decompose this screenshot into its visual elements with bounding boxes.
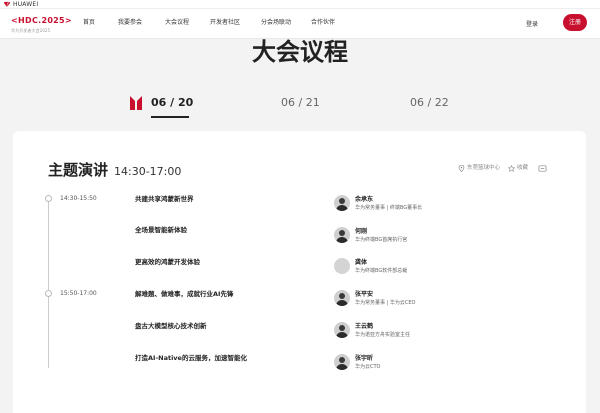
nav-item-branch[interactable]: 分会场联动 bbox=[261, 18, 291, 28]
session-title[interactable]: 全场景智能新体验 bbox=[135, 225, 187, 235]
hdc-logo-subtitle: 华为开发者大会2025 bbox=[11, 28, 51, 33]
session-title[interactable]: 盘古大模型核心技术创新 bbox=[135, 321, 207, 331]
slot-time: 14:30-15:50 bbox=[60, 195, 97, 202]
nav-item-agenda[interactable]: 大会议程 bbox=[165, 18, 189, 28]
speaker-name: 何刚 bbox=[355, 228, 368, 235]
speaker-role: 华为常务董事 | 华为云CEO bbox=[355, 300, 416, 306]
share-icon[interactable] bbox=[538, 164, 547, 173]
star-icon bbox=[508, 165, 515, 172]
nav-item-attend[interactable]: 我要参会 bbox=[118, 18, 142, 28]
speaker-role: 华为常务董事 | 终端BG董事长 bbox=[355, 205, 423, 211]
login-link[interactable]: 登录 bbox=[526, 19, 538, 28]
location-pin-icon bbox=[458, 165, 465, 172]
tab-0622[interactable]: 06 / 22 bbox=[410, 93, 449, 115]
speaker-name: 张平安 bbox=[355, 291, 374, 298]
speaker-name: 余承东 bbox=[355, 196, 374, 203]
speaker-role: 华为云CTO bbox=[355, 364, 381, 370]
avatar bbox=[334, 258, 350, 274]
avatar bbox=[334, 354, 350, 370]
active-tab-indicator bbox=[151, 116, 189, 118]
speaker-role: 华为终端BG首席执行官 bbox=[355, 237, 408, 243]
huawei-brand-text: HUAWEI bbox=[13, 1, 39, 8]
timeline-dot bbox=[45, 195, 52, 202]
speaker-role: 华为诺亚方舟实验室主任 bbox=[355, 332, 411, 338]
avatar bbox=[334, 227, 350, 243]
nav-item-home[interactable]: 首页 bbox=[83, 18, 95, 28]
session-title[interactable]: 打造AI-Native的云服务，加速智能化 bbox=[135, 353, 247, 363]
avatar bbox=[334, 322, 350, 338]
main-navbar: <HDC.2025> 华为开发者大会2025 首页 我要参会 大会议程 开发者社… bbox=[0, 9, 600, 39]
avatar bbox=[334, 195, 350, 211]
nav-item-community[interactable]: 开发者社区 bbox=[210, 18, 240, 28]
register-button[interactable]: 注册 bbox=[563, 14, 587, 31]
speaker-name: 王云鹤 bbox=[355, 323, 374, 330]
huawei-logo-icon bbox=[3, 1, 11, 7]
session-title[interactable]: 共建共享鸿蒙新世界 bbox=[135, 194, 194, 204]
tab-0620[interactable]: 06 / 20 bbox=[151, 93, 193, 115]
slot-time: 15:50-17:00 bbox=[60, 290, 97, 297]
favorite-button[interactable]: 收藏 bbox=[508, 164, 528, 173]
hdc-logo[interactable]: <HDC.2025> bbox=[11, 16, 72, 25]
agenda-card: 主题演讲 14:30-17:00 东莞篮球中心 收藏 14:30-15:50 1… bbox=[13, 131, 586, 413]
speaker-name: 龚体 bbox=[355, 259, 368, 266]
favorite-text: 收藏 bbox=[517, 165, 529, 171]
timeline-line bbox=[48, 197, 49, 368]
top-brand-bar: HUAWEI bbox=[0, 0, 600, 9]
section-title: 主题演讲 bbox=[48, 161, 109, 179]
location-label: 东莞篮球中心 bbox=[458, 164, 500, 173]
calendar-icon bbox=[130, 96, 142, 110]
session-title[interactable]: 更高效的鸿蒙开发体验 bbox=[135, 257, 200, 267]
section-time: 14:30-17:00 bbox=[114, 165, 182, 178]
speaker-name: 张宇昕 bbox=[355, 355, 374, 362]
session-title[interactable]: 解难题、做难事，成就行业AI先锋 bbox=[135, 289, 233, 299]
avatar bbox=[334, 290, 350, 306]
nav-item-partners[interactable]: 合作伙伴 bbox=[311, 18, 335, 28]
timeline-dot bbox=[45, 290, 52, 297]
location-text: 东莞篮球中心 bbox=[467, 165, 501, 171]
speaker-role: 华为终端BG软件部总裁 bbox=[355, 268, 408, 274]
page-title: 大会议程 bbox=[252, 38, 348, 66]
tab-0621[interactable]: 06 / 21 bbox=[281, 93, 320, 115]
